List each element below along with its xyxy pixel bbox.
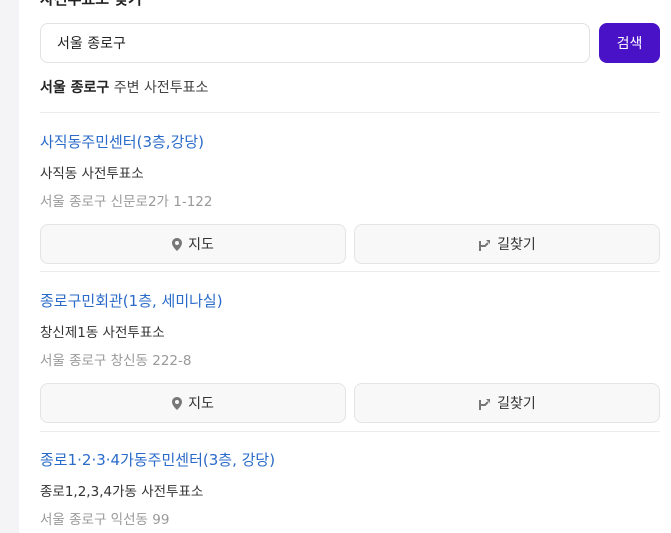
route-button-label: 길찾기 xyxy=(497,237,536,253)
search-button[interactable]: 검색 xyxy=(599,23,660,63)
route-icon xyxy=(479,239,491,251)
place-name-link[interactable]: 사직동주민센터(3층,강당) xyxy=(40,131,660,152)
place-actions: 지도 길찾기 xyxy=(40,383,660,423)
place-district: 사직동 사전투표소 xyxy=(40,166,144,182)
map-button-label: 지도 xyxy=(188,237,214,253)
map-button-label: 지도 xyxy=(188,396,214,412)
place-address: 서울 종로구 창신동 222-8 xyxy=(40,353,192,369)
place-district: 창신제1동 사전투표소 xyxy=(40,325,165,341)
place-address: 서울 종로구 신문로2가 1-122 xyxy=(40,194,213,210)
divider xyxy=(40,431,660,432)
place-name-link[interactable]: 종로1·2·3·4가동주민센터(3층, 강당) xyxy=(40,449,660,470)
place-card: 종로1·2·3·4가동주민센터(3층, 강당) 종로1,2,3,4가동 사전투표… xyxy=(40,449,660,528)
route-icon xyxy=(479,398,491,410)
map-button[interactable]: 지도 xyxy=(40,383,346,423)
place-address: 서울 종로구 익선동 99 xyxy=(40,512,170,528)
nearby-region: 서울 종로구 xyxy=(40,80,110,96)
place-card: 종로구민회관(1층, 세미나실) 창신제1동 사전투표소 서울 종로구 창신동 … xyxy=(40,290,660,423)
route-button[interactable]: 길찾기 xyxy=(354,383,660,423)
section-title: 사전투표소 찾기 xyxy=(40,0,142,9)
map-pin-icon xyxy=(172,396,183,410)
nearby-caption: 서울 종로구 주변 사전투표소 xyxy=(40,77,208,97)
polling-place-panel: 사전투표소 찾기 검색 서울 종로구 주변 사전투표소 사직동주민센터(3층,강… xyxy=(19,0,671,533)
divider xyxy=(40,112,660,113)
route-button[interactable]: 길찾기 xyxy=(354,224,660,264)
divider xyxy=(40,271,660,272)
route-button-label: 길찾기 xyxy=(497,396,536,412)
nearby-suffix: 주변 사전투표소 xyxy=(109,80,209,96)
search-bar: 검색 xyxy=(40,23,660,63)
place-actions: 지도 길찾기 xyxy=(40,224,660,264)
place-district: 종로1,2,3,4가동 사전투표소 xyxy=(40,484,204,500)
place-card: 사직동주민센터(3층,강당) 사직동 사전투표소 서울 종로구 신문로2가 1-… xyxy=(40,131,660,264)
left-sidebar-strip xyxy=(0,0,19,533)
map-button[interactable]: 지도 xyxy=(40,224,346,264)
search-input[interactable] xyxy=(40,23,590,63)
map-pin-icon xyxy=(172,237,183,251)
place-name-link[interactable]: 종로구민회관(1층, 세미나실) xyxy=(40,290,660,311)
